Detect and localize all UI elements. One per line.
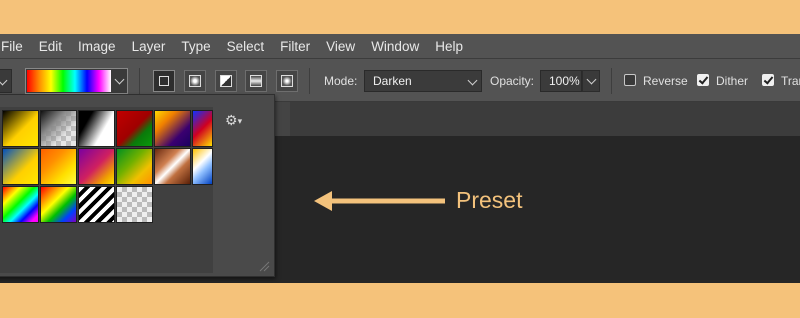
linear-gradient-button[interactable] (153, 70, 175, 92)
photoshop-window: File Edit Image Layer Type Select Filter… (0, 34, 800, 283)
gradient-preview-swatch (27, 70, 111, 92)
chevron-down-icon (114, 74, 125, 85)
diamond-gradient-icon (281, 75, 293, 87)
menu-edit[interactable]: Edit (31, 39, 70, 54)
separator (309, 68, 310, 94)
menu-select[interactable]: Select (219, 39, 273, 54)
menu-view[interactable]: View (318, 39, 363, 54)
preset-swatch[interactable] (2, 110, 39, 147)
gear-icon[interactable]: ⚙▾ (225, 112, 242, 129)
menu-window[interactable]: Window (363, 39, 427, 54)
preset-swatch[interactable] (2, 186, 39, 223)
linear-gradient-icon (159, 76, 169, 86)
reflected-gradient-button[interactable] (245, 70, 267, 92)
arrow-left-icon (314, 191, 445, 211)
separator (611, 68, 612, 94)
preset-swatch[interactable] (78, 186, 115, 223)
mode-select[interactable]: Darken (364, 70, 482, 92)
chevron-down-icon (586, 74, 597, 85)
radial-gradient-button[interactable] (184, 70, 206, 92)
opacity-value: 100% (549, 74, 580, 88)
menu-layer[interactable]: Layer (124, 39, 174, 54)
radial-gradient-icon (189, 75, 201, 87)
reflected-gradient-icon (250, 75, 262, 87)
separator (139, 68, 140, 94)
reverse-label: Reverse (643, 74, 688, 88)
angle-gradient-icon (220, 75, 232, 87)
chevron-down-icon (467, 75, 478, 86)
mode-label: Mode: (324, 74, 358, 88)
preset-annotation: Preset (456, 187, 523, 213)
preset-swatch[interactable] (116, 186, 153, 223)
chevron-down-icon (0, 75, 8, 86)
resize-grip-icon[interactable] (258, 260, 270, 272)
mode-value: Darken (373, 74, 412, 88)
preset-swatch[interactable] (192, 148, 213, 185)
preset-swatch[interactable] (78, 148, 115, 185)
menu-image[interactable]: Image (70, 39, 124, 54)
dither-label: Dither (716, 74, 749, 88)
gradient-preset-picker: ⚙▾ (0, 94, 275, 277)
menu-help[interactable]: Help (427, 39, 471, 54)
transparency-label: Tran (781, 74, 800, 88)
preset-swatch[interactable] (116, 110, 153, 147)
preset-swatch[interactable] (78, 110, 115, 147)
preset-swatch[interactable] (40, 110, 77, 147)
preset-swatch[interactable] (154, 148, 191, 185)
preset-grid (0, 107, 213, 273)
reverse-checkbox[interactable] (624, 74, 636, 86)
diamond-gradient-button[interactable] (276, 70, 298, 92)
preset-swatch[interactable] (116, 148, 153, 185)
transparency-checkbox[interactable] (762, 74, 774, 86)
menu-bar: File Edit Image Layer Type Select Filter… (0, 34, 800, 59)
preset-swatch[interactable] (192, 110, 213, 147)
preset-swatch[interactable] (154, 110, 191, 147)
dither-checkbox[interactable] (697, 74, 709, 86)
menu-file[interactable]: File (0, 39, 31, 54)
preset-swatch[interactable] (2, 148, 39, 185)
opacity-input[interactable]: 100% (540, 70, 582, 92)
opacity-label: Opacity: (490, 74, 535, 88)
preset-swatch[interactable] (40, 148, 77, 185)
menu-type[interactable]: Type (173, 39, 218, 54)
angle-gradient-button[interactable] (215, 70, 237, 92)
menu-filter[interactable]: Filter (272, 39, 318, 54)
opacity-dropdown[interactable] (582, 70, 600, 92)
gradient-preview-dropdown[interactable] (25, 68, 128, 94)
tool-preset-dropdown[interactable] (0, 69, 12, 93)
preset-swatch[interactable] (40, 186, 77, 223)
